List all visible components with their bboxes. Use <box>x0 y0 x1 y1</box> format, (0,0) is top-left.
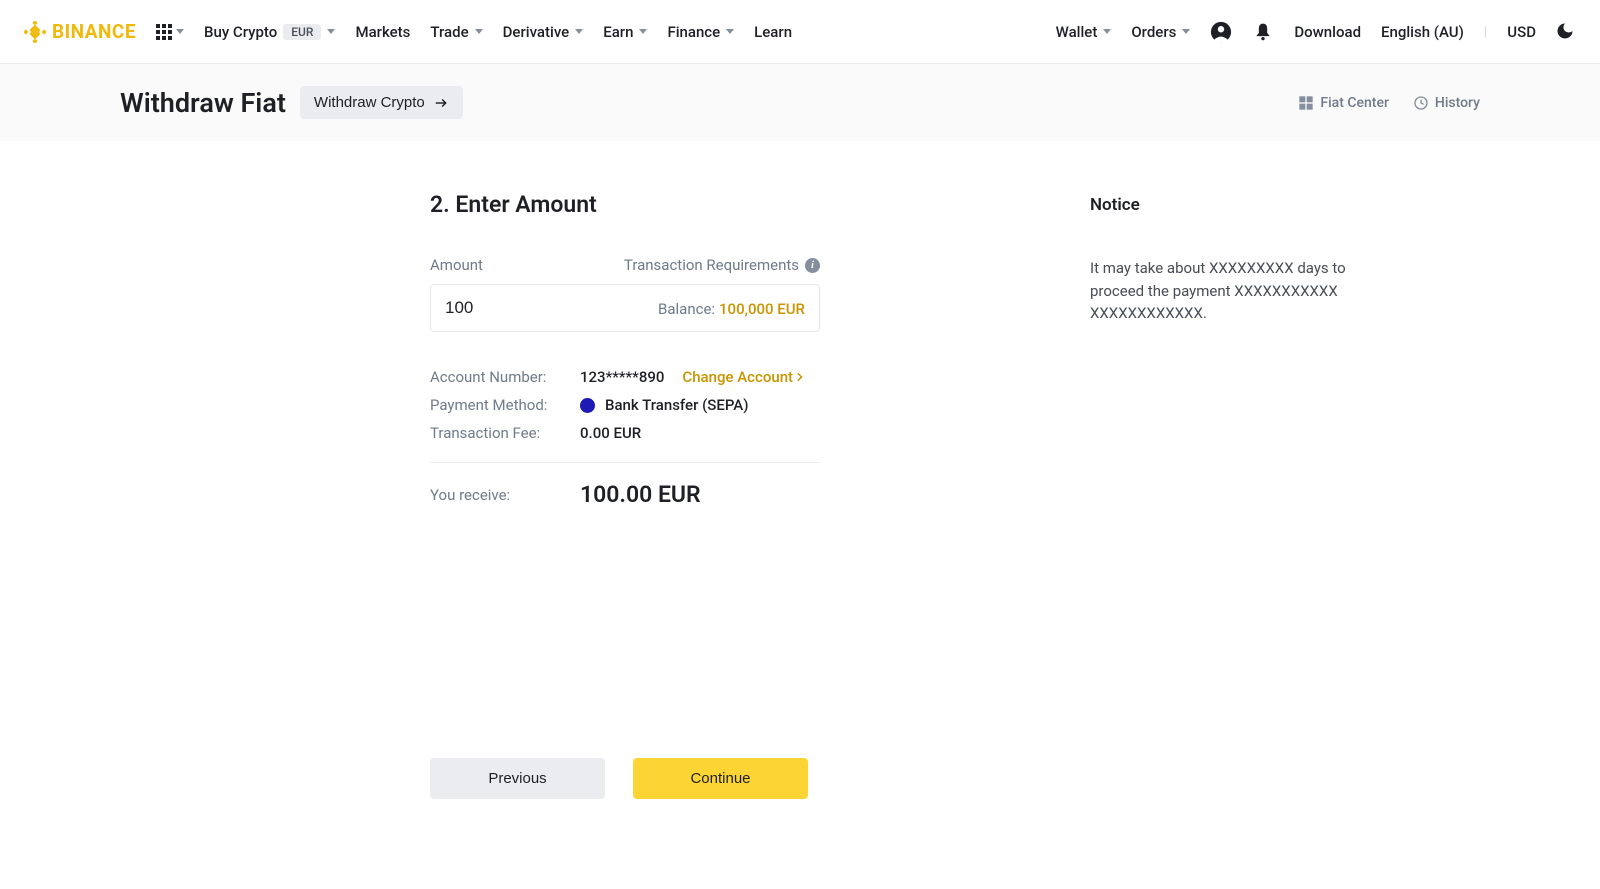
payment-method-text: Bank Transfer (SEPA) <box>605 396 749 414</box>
nav-buy-crypto-label: Buy Crypto <box>204 23 277 41</box>
sepa-icon <box>580 398 595 413</box>
fee-value: 0.00 EUR <box>580 424 641 442</box>
page-title: Withdraw Fiat <box>120 87 286 119</box>
nav-finance-label: Finance <box>667 23 720 41</box>
subheader-left: Withdraw Fiat Withdraw Crypto <box>120 86 463 119</box>
binance-logo-icon <box>24 21 46 43</box>
previous-button[interactable]: Previous <box>430 758 605 799</box>
notice-text: It may take about XXXXXXXXX days to proc… <box>1090 257 1370 325</box>
theme-toggle[interactable] <box>1556 22 1576 42</box>
account-number-row: Account Number: 123*****890 Change Accou… <box>430 368 820 386</box>
nav-orders[interactable]: Orders <box>1131 23 1190 41</box>
payment-method-label: Payment Method: <box>430 396 580 414</box>
nav-markets-label: Markets <box>355 23 410 41</box>
account-number-text: 123*****890 <box>580 368 664 386</box>
change-account-link[interactable]: Change Account <box>682 368 803 386</box>
receive-amount: 100.00 EUR <box>580 481 701 508</box>
separator: | <box>1484 24 1487 40</box>
form-column: 2. Enter Amount Amount Transaction Requi… <box>430 191 1030 799</box>
fiat-center-icon <box>1298 95 1314 111</box>
nav-buy-crypto[interactable]: Buy Crypto EUR <box>204 23 335 41</box>
main-content: 2. Enter Amount Amount Transaction Requi… <box>220 141 1380 839</box>
change-account-label: Change Account <box>682 368 793 386</box>
nav-trade[interactable]: Trade <box>430 23 482 41</box>
chevron-down-icon <box>475 29 483 34</box>
chevron-down-icon <box>1103 29 1111 34</box>
account-number-value: 123*****890 Change Account <box>580 368 803 386</box>
withdraw-crypto-button[interactable]: Withdraw Crypto <box>300 86 463 119</box>
nav-language[interactable]: English (AU) <box>1381 23 1464 41</box>
currency-pill: EUR <box>283 24 321 40</box>
account-number-label: Account Number: <box>430 368 580 386</box>
withdraw-crypto-label: Withdraw Crypto <box>314 94 425 111</box>
balance-label: Balance: <box>658 300 715 318</box>
nav-language-label: English (AU) <box>1381 23 1464 41</box>
subheader: Withdraw Fiat Withdraw Crypto Fiat Cente… <box>0 64 1600 141</box>
transaction-requirements[interactable]: Transaction Requirements i <box>624 256 820 274</box>
chevron-down-icon <box>639 29 647 34</box>
fiat-center-link[interactable]: Fiat Center <box>1298 95 1389 111</box>
step-title: 2. Enter Amount <box>430 191 1030 218</box>
subheader-right: Fiat Center History <box>1298 95 1480 111</box>
chevron-down-icon <box>1182 29 1190 34</box>
balance-display: Balance: 100,000 EUR <box>658 299 805 318</box>
nav-learn[interactable]: Learn <box>754 23 792 41</box>
nav-earn-label: Earn <box>603 23 633 41</box>
nav-fiat-label: USD <box>1507 23 1536 41</box>
arrow-right-icon <box>433 96 449 110</box>
chevron-down-icon <box>327 29 335 34</box>
balance-value: 100,000 EUR <box>719 300 805 318</box>
nav-finance[interactable]: Finance <box>667 23 734 41</box>
nav-learn-label: Learn <box>754 23 792 41</box>
grid-icon <box>156 24 172 40</box>
history-icon <box>1413 95 1429 111</box>
apps-menu[interactable] <box>156 24 184 40</box>
details-section: Account Number: 123*****890 Change Accou… <box>430 368 820 508</box>
nav-markets[interactable]: Markets <box>355 23 410 41</box>
receive-row: You receive: 100.00 EUR <box>430 481 820 508</box>
history-label: History <box>1435 95 1480 111</box>
bell-icon[interactable] <box>1252 21 1274 43</box>
logo[interactable]: BINANCE <box>24 20 136 43</box>
nav-wallet[interactable]: Wallet <box>1056 23 1112 41</box>
tx-req-label: Transaction Requirements <box>624 256 799 274</box>
nav-earn[interactable]: Earn <box>603 23 647 41</box>
history-link[interactable]: History <box>1413 95 1480 111</box>
chevron-down-icon <box>726 29 734 34</box>
nav-right: Wallet Orders Download English (AU) | US… <box>1056 21 1576 43</box>
button-row: Previous Continue <box>430 758 1030 799</box>
amount-input-container: Balance: 100,000 EUR <box>430 284 820 332</box>
amount-header-row: Amount Transaction Requirements i <box>430 256 820 274</box>
notice-title: Notice <box>1090 195 1370 215</box>
nav-download[interactable]: Download <box>1294 23 1361 41</box>
nav-left: BINANCE Buy Crypto EUR Markets Trade Der… <box>24 20 792 43</box>
chevron-down-icon <box>176 29 184 34</box>
fiat-center-label: Fiat Center <box>1320 95 1389 111</box>
info-icon: i <box>805 258 820 273</box>
nav-wallet-label: Wallet <box>1056 23 1098 41</box>
brand-text: BINANCE <box>52 20 136 43</box>
top-nav: BINANCE Buy Crypto EUR Markets Trade Der… <box>0 0 1600 64</box>
amount-label: Amount <box>430 256 483 274</box>
divider <box>430 462 820 463</box>
nav-orders-label: Orders <box>1131 23 1176 41</box>
user-icon[interactable] <box>1210 21 1232 43</box>
fee-row: Transaction Fee: 0.00 EUR <box>430 424 820 442</box>
payment-method-value: Bank Transfer (SEPA) <box>580 396 749 414</box>
continue-button[interactable]: Continue <box>633 758 808 799</box>
receive-label: You receive: <box>430 486 580 504</box>
fee-label: Transaction Fee: <box>430 424 580 442</box>
payment-method-row: Payment Method: Bank Transfer (SEPA) <box>430 396 820 414</box>
chevron-right-icon <box>797 372 803 382</box>
amount-input[interactable] <box>445 298 545 318</box>
nav-derivative[interactable]: Derivative <box>503 23 584 41</box>
nav-derivative-label: Derivative <box>503 23 570 41</box>
notice-column: Notice It may take about XXXXXXXXX days … <box>1090 191 1370 799</box>
nav-fiat[interactable]: USD <box>1507 23 1536 41</box>
nav-trade-label: Trade <box>430 23 468 41</box>
chevron-down-icon <box>575 29 583 34</box>
nav-download-label: Download <box>1294 23 1361 41</box>
